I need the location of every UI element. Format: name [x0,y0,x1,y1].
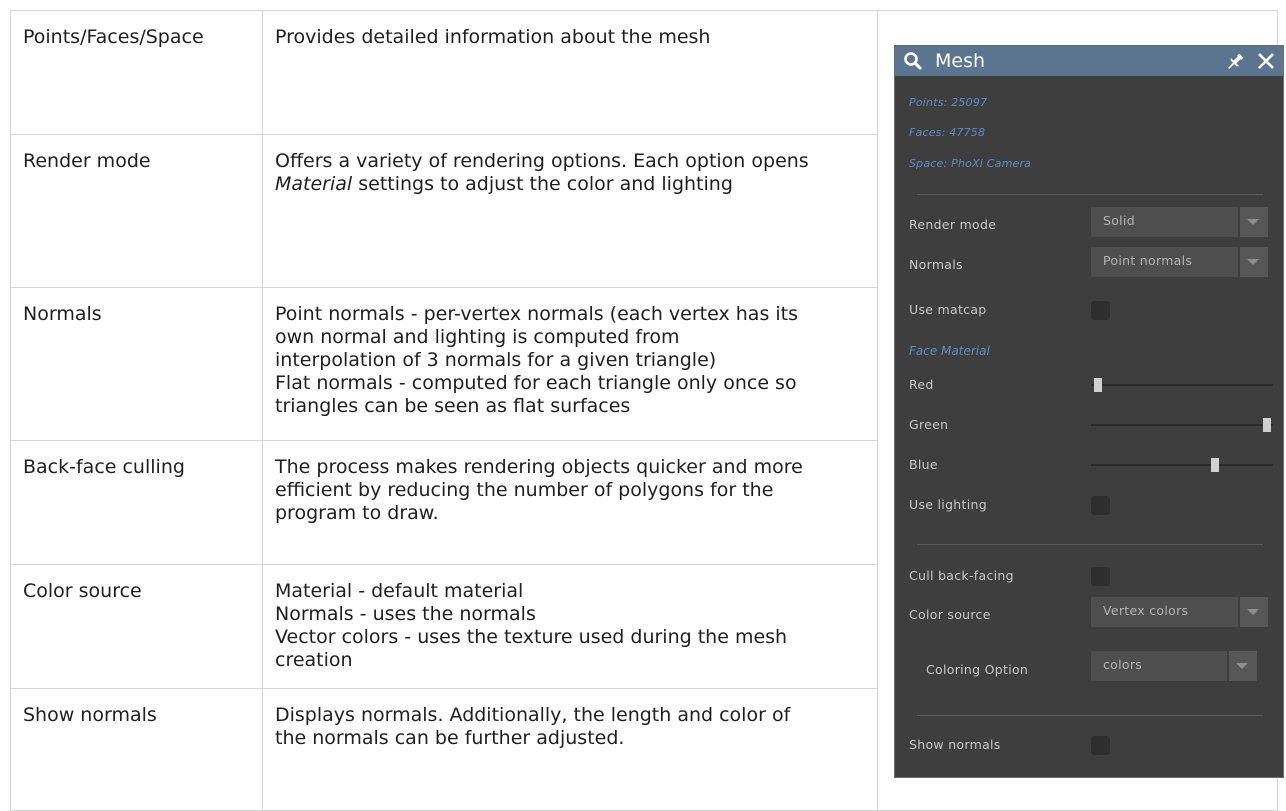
description-text: The process makes rendering objects quic… [275,456,803,478]
description-text: Flat normals - computed for each triangl… [275,372,797,394]
green-slider[interactable] [1091,418,1273,432]
space-name: Space: PhoXi Camera [909,157,1032,170]
description-line: Material - default material [275,580,865,603]
feature-cell: Back-face culling [10,440,263,565]
description-text: Point normals - per-vertex normals (each… [275,303,799,325]
red-slider[interactable] [1091,378,1273,392]
feature-name: Show normals [23,704,157,726]
use-matcap-checkbox[interactable] [1091,301,1110,320]
description-line: triangles can be seen as flat surfaces [275,395,865,418]
description-line: program to draw. [275,502,865,525]
blue-slider[interactable] [1091,458,1273,472]
description-line: creation [275,649,865,672]
coloring-option-label: Coloring Option [926,662,1029,677]
show-normals-checkbox[interactable] [1091,736,1110,755]
feature-name: Color source [23,580,142,602]
feature-name: Render mode [23,150,151,172]
feature-cell: Points/Faces/Space [10,10,263,135]
description-line: Offers a variety of rendering options. E… [275,150,865,173]
use-lighting-checkbox[interactable] [1091,496,1110,515]
render-mode-dropdown[interactable]: Solid [1091,207,1268,237]
description-cell: The process makes rendering objects quic… [262,440,878,565]
separator [917,194,1263,195]
description-line: Material settings to adjust the color an… [275,173,865,196]
description-text: creation [275,649,353,671]
points-count: Points: 25097 [909,96,988,109]
description-text: efficient by reducing the number of poly… [275,479,774,501]
description-text: Provides detailed information about the … [275,26,711,48]
slider-thumb[interactable] [1211,458,1220,472]
coloring-option-dropdown[interactable]: colors [1091,651,1257,681]
italic-term: Material [275,173,353,195]
description-line: Displays normals. Additionally, the leng… [275,704,865,727]
description-line: interpolation of 3 normals for a given t… [275,349,865,372]
description-line: Point normals - per-vertex normals (each… [275,303,865,326]
feature-cell: Render mode [10,134,263,288]
description-cell: Provides detailed information about the … [262,10,878,135]
description-cell: Offers a variety of rendering options. E… [262,134,878,288]
description-line: Flat normals - computed for each triangl… [275,372,865,395]
face-material-label: Face Material [909,344,990,358]
slider-thumb[interactable] [1263,418,1271,432]
pin-icon[interactable] [1225,52,1245,72]
mesh-panel: Mesh Points: 25097 Faces: 47758 Space: P… [894,45,1284,778]
faces-count: Faces: 47758 [909,126,986,139]
chevron-down-icon[interactable] [1238,207,1268,237]
description-line: efficient by reducing the number of poly… [275,479,865,502]
feature-cell: Normals [10,287,263,441]
cull-back-facing-label: Cull back-facing [909,568,1014,583]
color-source-dropdown[interactable]: Vertex colors [1091,597,1268,627]
color-source-value: Vertex colors [1103,603,1189,618]
description-line: own normal and lighting is computed from [275,326,865,349]
use-lighting-label: Use lighting [909,497,987,512]
description-cell: Displays normals. Additionally, the leng… [262,688,878,811]
feature-cell: Show normals [10,688,263,811]
description-text: Displays normals. Additionally, the leng… [275,704,791,726]
description-text: interpolation of 3 normals for a given t… [275,349,717,371]
description-text: Material - default material [275,580,524,602]
description-cell: Material - default material Normals - use… [262,564,878,689]
description-line: Normals - uses the normals [275,603,865,626]
normals-label: Normals [909,257,963,272]
panel-header: Mesh [895,46,1283,76]
use-matcap-label: Use matcap [909,302,987,317]
cull-back-facing-checkbox[interactable] [1091,567,1110,586]
coloring-option-value: colors [1103,657,1143,672]
red-label: Red [909,377,934,392]
description-line: Vector colors - uses the texture used du… [275,626,865,649]
description-line: Provides detailed information about the … [275,26,865,49]
separator [917,544,1263,545]
search-icon[interactable] [903,51,923,71]
normals-dropdown[interactable]: Point normals [1091,247,1268,277]
description-cell: Point normals - per-vertex normals (each… [262,287,878,441]
feature-name: Back-face culling [23,456,185,478]
chevron-down-icon[interactable] [1238,597,1268,627]
render-mode-value: Solid [1103,213,1135,228]
show-normals-label: Show normals [909,737,1001,752]
chevron-down-icon[interactable] [1238,247,1268,277]
description-text: own normal and lighting is computed from [275,326,680,348]
description-text: the normals can be further adjusted. [275,727,625,749]
feature-name: Normals [23,303,102,325]
chevron-down-icon[interactable] [1227,651,1257,681]
normals-value: Point normals [1103,253,1193,268]
close-icon[interactable] [1257,52,1275,70]
separator [917,715,1263,716]
description-text: Offers a variety of rendering options. E… [275,150,809,172]
render-mode-label: Render mode [909,217,997,232]
slider-thumb[interactable] [1094,378,1103,392]
description-text: program to draw. [275,502,439,524]
green-label: Green [909,417,949,432]
description-line: the normals can be further adjusted. [275,727,865,750]
description-text: settings to adjust the color and lightin… [352,173,733,195]
description-line: The process makes rendering objects quic… [275,456,865,479]
feature-cell: Color source [10,564,263,689]
description-text: triangles can be seen as flat surfaces [275,395,631,417]
feature-name: Points/Faces/Space [23,26,204,48]
panel-title: Mesh [935,50,986,72]
blue-label: Blue [909,457,938,472]
description-text: Vector colors - uses the texture used du… [275,626,788,648]
color-source-label: Color source [909,607,991,622]
description-text: Normals - uses the normals [275,603,536,625]
